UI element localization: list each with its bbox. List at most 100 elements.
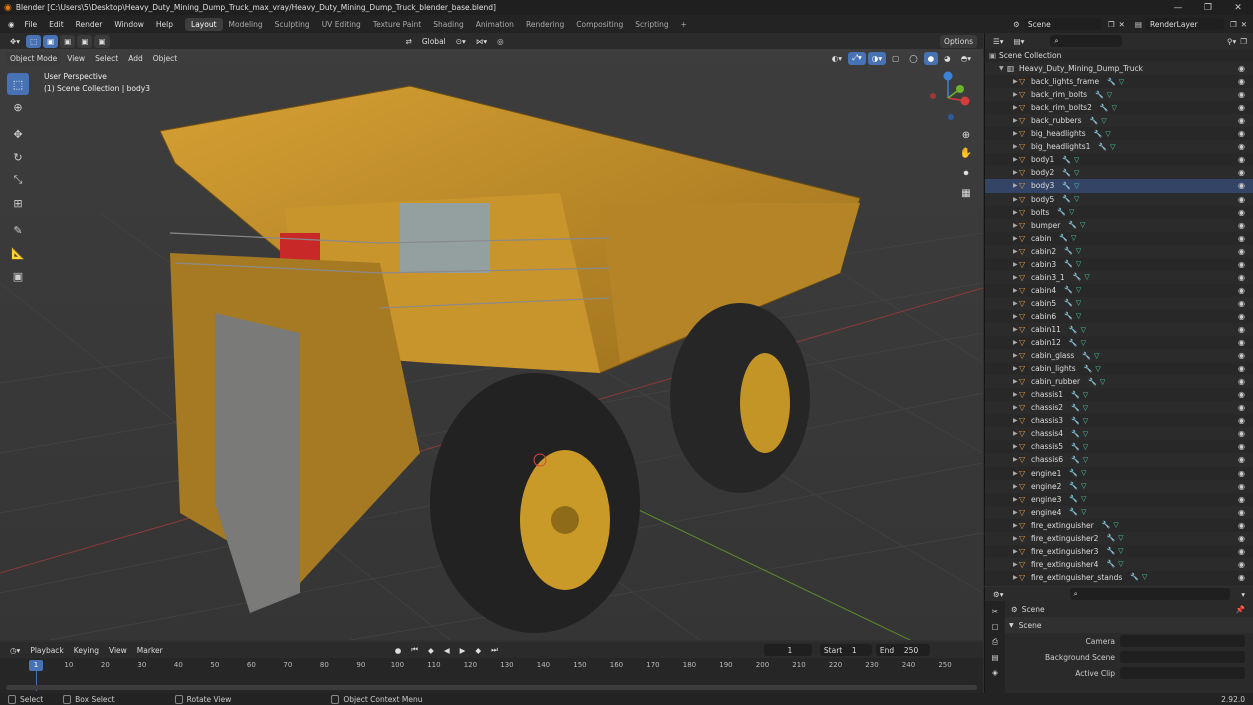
mesh-data-icon[interactable]: ▽: [1110, 143, 1115, 151]
end-frame-field[interactable]: 250: [899, 644, 930, 656]
outliner-item[interactable]: ▶ ▽ engine2 🔧 ▽ ◉: [985, 479, 1253, 493]
mesh-data-icon[interactable]: ▽: [1081, 482, 1086, 490]
modifier-wrench-icon[interactable]: 🔧: [1069, 495, 1078, 503]
expand-icon[interactable]: ▶: [985, 117, 1018, 124]
mesh-data-icon[interactable]: ▽: [1071, 234, 1076, 242]
visibility-eye-icon[interactable]: ◉: [1238, 429, 1245, 438]
mesh-data-icon[interactable]: ▽: [1083, 417, 1088, 425]
wireframe-shading-icon[interactable]: ◯: [905, 52, 921, 65]
display-mode-icon[interactable]: ▤▾: [1010, 35, 1029, 48]
mesh-data-icon[interactable]: ▽: [1081, 339, 1086, 347]
outliner-item[interactable]: ▶ ▽ engine3 🔧 ▽ ◉: [985, 493, 1253, 506]
outliner-item[interactable]: ▶ ▽ engine4 🔧 ▽ ◉: [985, 505, 1253, 519]
expand-icon[interactable]: ▶: [985, 156, 1018, 163]
menu-keying[interactable]: Keying: [70, 644, 103, 657]
visibility-eye-icon[interactable]: ◉: [1238, 390, 1245, 399]
scene-icon[interactable]: ⚙: [1013, 20, 1020, 29]
minimize-button[interactable]: —: [1163, 3, 1193, 13]
blender-menu-icon[interactable]: ◉: [4, 20, 19, 29]
tab-compositing[interactable]: Compositing: [570, 18, 629, 31]
visibility-eye-icon[interactable]: ◉: [1238, 403, 1245, 412]
modifier-wrench-icon[interactable]: 🔧: [1073, 273, 1082, 281]
menu-playback[interactable]: Playback: [26, 644, 67, 657]
visibility-eye-icon[interactable]: ◉: [1238, 521, 1245, 530]
expand-icon[interactable]: ▶: [985, 222, 1018, 229]
menu-window[interactable]: Window: [108, 20, 150, 29]
modifier-wrench-icon[interactable]: 🔧: [1106, 534, 1115, 542]
outliner-item[interactable]: ▶ ▽ cabin_lights 🔧 ▽ ◉: [985, 362, 1253, 375]
visibility-eye-icon[interactable]: ◉: [1238, 325, 1245, 334]
3d-viewport[interactable]: ✥▾ ⬚ ▣ ▣ ▣ ▣ ⇄ Global ⊙▾ ⋈▾ ◎ Options Ob…: [0, 33, 983, 640]
options-button[interactable]: Options: [940, 34, 977, 48]
modifier-wrench-icon[interactable]: 🔧: [1064, 312, 1073, 320]
collection-row[interactable]: ▼ ▥ Heavy_Duty_Mining_Dump_Truck ◉: [985, 62, 1253, 76]
tab-shading[interactable]: Shading: [427, 18, 469, 31]
outliner-item[interactable]: ▶ ▽ big_headlights1 🔧 ▽ ◉: [985, 140, 1253, 154]
menu-edit[interactable]: Edit: [43, 20, 70, 29]
tab-animation[interactable]: Animation: [470, 18, 520, 31]
visibility-eye-icon[interactable]: ◉: [1238, 573, 1245, 582]
mesh-data-icon[interactable]: ▽: [1076, 312, 1081, 320]
outliner-item[interactable]: ▶ ▽ engine1 🔧 ▽ ◉: [985, 467, 1253, 480]
current-frame-field[interactable]: 1: [763, 644, 812, 656]
tab-modeling[interactable]: Modeling: [223, 18, 269, 31]
outliner-item[interactable]: ▶ ▽ cabin_glass 🔧 ▽ ◉: [985, 349, 1253, 363]
expand-icon[interactable]: ▶: [985, 78, 1018, 85]
visibility-eye-icon[interactable]: ◉: [1238, 64, 1245, 73]
zoom-icon[interactable]: ⊕: [958, 127, 974, 143]
outliner-item[interactable]: ▶ ▽ cabin 🔧 ▽ ◉: [985, 232, 1253, 245]
mesh-data-icon[interactable]: ▽: [1105, 130, 1110, 138]
expand-icon[interactable]: ▶: [985, 352, 1018, 359]
expand-icon[interactable]: ▶: [985, 169, 1018, 176]
expand-icon[interactable]: ▶: [985, 522, 1018, 529]
menu-render[interactable]: Render: [70, 20, 109, 29]
outliner-item[interactable]: ▶ ▽ chassis3 🔧 ▽ ◉: [985, 414, 1253, 427]
mesh-data-icon[interactable]: ▽: [1080, 221, 1085, 229]
modifier-wrench-icon[interactable]: 🔧: [1069, 508, 1078, 516]
pan-hand-icon[interactable]: ✋: [958, 145, 974, 161]
chevron-down-icon[interactable]: ▾: [1241, 590, 1245, 599]
expand-icon[interactable]: ▶: [985, 430, 1018, 437]
output-tab-icon[interactable]: ⎙: [992, 637, 998, 647]
modifier-wrench-icon[interactable]: 🔧: [1062, 182, 1071, 190]
mesh-data-icon[interactable]: ▽: [1112, 104, 1117, 112]
camera-view-icon[interactable]: ⏺: [958, 165, 974, 181]
modifier-wrench-icon[interactable]: 🔧: [1095, 91, 1104, 99]
modifier-wrench-icon[interactable]: 🔧: [1071, 456, 1080, 464]
visibility-eye-icon[interactable]: ◉: [1238, 116, 1245, 125]
visibility-eye-icon[interactable]: ◉: [1238, 534, 1245, 543]
visibility-eye-icon[interactable]: ◉: [1238, 221, 1245, 230]
expand-icon[interactable]: ▶: [985, 378, 1018, 385]
expand-icon[interactable]: ▶: [985, 326, 1018, 333]
outliner-search-input[interactable]: ⌕: [1050, 35, 1123, 47]
menu-add[interactable]: Add: [124, 52, 147, 65]
modifier-wrench-icon[interactable]: 🔧: [1107, 78, 1116, 86]
outliner-item[interactable]: ▶ ▽ bumper 🔧 ▽ ◉: [985, 218, 1253, 232]
expand-icon[interactable]: ▶: [985, 104, 1018, 111]
menu-timeline-view[interactable]: View: [105, 644, 131, 657]
mesh-data-icon[interactable]: ▽: [1083, 391, 1088, 399]
mesh-data-icon[interactable]: ▽: [1076, 286, 1081, 294]
modifier-wrench-icon[interactable]: 🔧: [1071, 430, 1080, 438]
mesh-data-icon[interactable]: ▽: [1113, 521, 1118, 529]
transform-tool-icon[interactable]: ⊞: [7, 192, 29, 214]
scene-collection-row[interactable]: ▣ Scene Collection: [985, 49, 1253, 62]
mesh-data-icon[interactable]: ▽: [1083, 404, 1088, 412]
transform-orientation-icon[interactable]: ⇄: [402, 35, 416, 48]
mesh-data-icon[interactable]: ▽: [1118, 547, 1123, 555]
outliner-item[interactable]: ▶ ▽ body2 🔧 ▽ ◉: [985, 166, 1253, 180]
expand-icon[interactable]: ▶: [985, 261, 1018, 268]
material-shading-icon[interactable]: ◕: [940, 52, 955, 65]
menu-marker[interactable]: Marker: [133, 644, 167, 657]
mesh-data-icon[interactable]: ▽: [1076, 260, 1081, 268]
modifier-wrench-icon[interactable]: 🔧: [1106, 547, 1115, 555]
expand-icon[interactable]: ▶: [985, 182, 1018, 189]
expand-icon[interactable]: ▶: [985, 391, 1018, 398]
visibility-eye-icon[interactable]: ◉: [1238, 168, 1245, 177]
expand-icon[interactable]: ▶: [985, 535, 1018, 542]
outliner-editor-type-icon[interactable]: ☰▾: [989, 35, 1008, 48]
add-workspace-icon[interactable]: +: [675, 18, 693, 31]
outliner-item[interactable]: ▶ ▽ back_rubbers 🔧 ▽ ◉: [985, 114, 1253, 128]
outliner-item[interactable]: ▶ ▽ fire_extinguisher2 🔧 ▽ ◉: [985, 531, 1253, 545]
mesh-data-icon[interactable]: ▽: [1118, 534, 1123, 542]
